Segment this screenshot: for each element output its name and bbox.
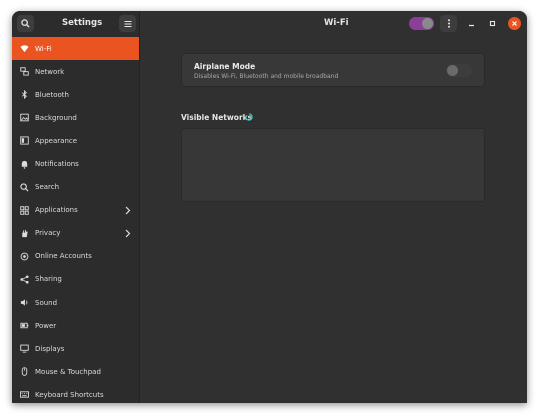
sidebar-item-label: Online Accounts [35, 252, 92, 261]
bluetooth-icon [20, 90, 29, 100]
settings-window: Settings Wi-Fi Wi-Fi Network Bluetooth B… [12, 11, 527, 403]
visible-networks-list [181, 128, 485, 202]
sidebar-item-label: Appearance [35, 136, 78, 145]
sidebar-item-privacy[interactable]: Privacy [12, 222, 139, 245]
airplane-mode-switch[interactable] [446, 64, 472, 77]
sidebar-item-label: Notifications [35, 160, 79, 169]
speaker-icon [20, 298, 29, 307]
sidebar-item-sharing[interactable]: Sharing [12, 268, 139, 291]
close-button[interactable] [508, 17, 521, 30]
background-icon [20, 113, 29, 122]
sidebar-item-label: Displays [35, 344, 65, 353]
search-icon [21, 19, 30, 28]
switch-knob [447, 65, 458, 76]
power-icon [20, 321, 29, 330]
sidebar-item-sound[interactable]: Sound [12, 291, 139, 314]
sidebar-title: Settings [62, 18, 103, 28]
sidebar-item-label: Privacy [35, 229, 61, 238]
display-icon [20, 344, 29, 353]
sidebar-item-label: Sharing [35, 275, 62, 284]
dark-mode-toggle[interactable] [409, 17, 434, 30]
bell-icon [20, 160, 29, 169]
airplane-mode-subtitle: Disables Wi-Fi, Bluetooth and mobile bro… [194, 73, 339, 80]
sidebar-item-label: Applications [35, 206, 78, 215]
chevron-right-icon [125, 206, 131, 215]
close-icon [512, 21, 517, 26]
sidebar-item-label: Network [35, 67, 65, 76]
network-icon [20, 67, 29, 76]
sidebar-item-search[interactable]: Search [12, 176, 139, 199]
sidebar-item-online-accounts[interactable]: Online Accounts [12, 245, 139, 268]
minimize-button[interactable] [465, 17, 478, 30]
airplane-mode-title: Airplane Mode [194, 62, 256, 71]
primary-menu-button[interactable] [119, 15, 136, 32]
header-bar: Settings Wi-Fi [12, 11, 527, 37]
toggle-knob [422, 18, 433, 29]
sidebar-item-label: Keyboard Shortcuts [35, 390, 104, 399]
maximize-button[interactable] [486, 17, 499, 30]
sidebar-item-label: Power [35, 321, 57, 330]
sidebar-item-keyboard-shortcuts[interactable]: Keyboard Shortcuts [12, 383, 139, 403]
keyboard-icon [20, 390, 29, 399]
minimize-icon [469, 24, 474, 27]
grid-icon [20, 205, 29, 215]
wifi-panel: Airplane Mode Disables Wi-Fi, Bluetooth … [140, 37, 527, 403]
kebab-menu-icon [447, 19, 450, 28]
hamburger-menu-icon [124, 20, 131, 27]
airplane-mode-row[interactable]: Airplane Mode Disables Wi-Fi, Bluetooth … [181, 53, 485, 87]
cloud-icon [20, 252, 29, 261]
sidebar-item-label: Sound [35, 298, 58, 307]
sidebar: Wi-Fi Network Bluetooth Background Appea… [12, 37, 140, 403]
maximize-icon [489, 20, 496, 27]
appearance-icon [20, 136, 29, 145]
loading-spinner-icon [245, 113, 253, 121]
search-icon [20, 182, 29, 192]
sidebar-item-mouse-touchpad[interactable]: Mouse & Touchpad [12, 360, 139, 383]
sidebar-item-label: Background [35, 113, 77, 122]
sidebar-item-notifications[interactable]: Notifications [12, 152, 139, 175]
sidebar-item-label: Wi-Fi [35, 44, 52, 53]
sidebar-item-applications[interactable]: Applications [12, 199, 139, 222]
chevron-right-icon [125, 229, 131, 238]
sidebar-item-label: Bluetooth [35, 90, 69, 99]
sidebar-item-label: Search [35, 183, 60, 192]
page-menu-button[interactable] [440, 15, 457, 32]
hand-icon [20, 229, 29, 238]
sidebar-item-bluetooth[interactable]: Bluetooth [12, 83, 139, 106]
mouse-icon [20, 367, 29, 377]
sidebar-item-power[interactable]: Power [12, 314, 139, 337]
sidebar-item-displays[interactable]: Displays [12, 337, 139, 360]
page-title: Wi-Fi [324, 18, 349, 28]
sidebar-item-wifi[interactable]: Wi-Fi [12, 37, 139, 61]
sidebar-header: Settings [12, 11, 140, 37]
wifi-icon [20, 44, 29, 53]
search-button[interactable] [17, 15, 34, 32]
sidebar-item-background[interactable]: Background [12, 106, 139, 129]
sidebar-item-network[interactable]: Network [12, 60, 139, 83]
visible-networks-title: Visible Networks [181, 113, 253, 122]
share-icon [20, 275, 29, 284]
sidebar-item-appearance[interactable]: Appearance [12, 129, 139, 152]
sidebar-item-label: Mouse & Touchpad [35, 367, 101, 376]
